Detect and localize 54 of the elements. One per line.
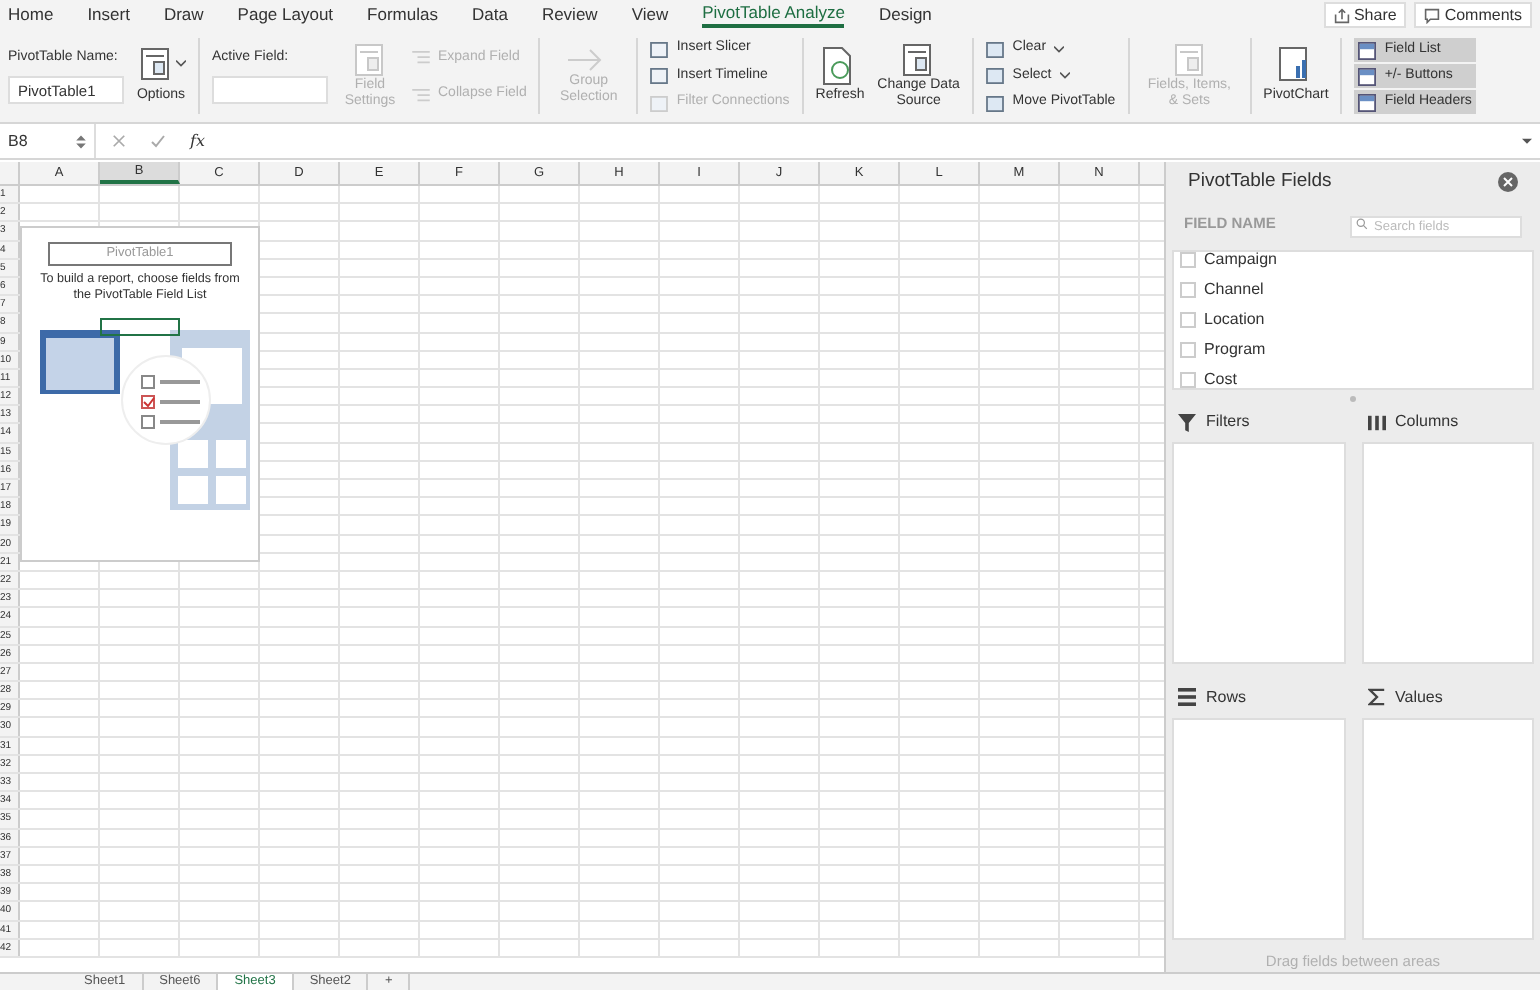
list-icon — [412, 87, 430, 102]
ribbon-tab[interactable]: Page Layout — [237, 4, 334, 26]
toggle-icon — [1358, 67, 1377, 85]
caret-icon — [1054, 45, 1065, 53]
function-label[interactable]: fx — [190, 129, 205, 153]
field-checkbox[interactable]: Location — [1180, 308, 1526, 332]
drop-area[interactable] — [1172, 717, 1345, 939]
search-icon — [1356, 218, 1368, 230]
ribbon-tab[interactable]: Insert — [87, 4, 130, 26]
field-checkbox[interactable]: Channel — [1180, 278, 1526, 302]
ribbon-tab[interactable]: Home — [8, 4, 54, 26]
ribbon-tab[interactable]: Review — [541, 4, 598, 26]
close-icon[interactable] — [1498, 172, 1518, 192]
field-checkbox[interactable]: Cost — [1180, 368, 1526, 392]
checkbox[interactable] — [1180, 282, 1196, 298]
area-label: Columns — [1395, 410, 1459, 434]
rows-icon — [1178, 688, 1196, 706]
checkbox[interactable] — [1180, 312, 1196, 328]
caret-icon — [1059, 72, 1070, 80]
comments-button[interactable]: Comments — [1414, 2, 1532, 28]
drop-area[interactable] — [1361, 717, 1534, 939]
caret-icon — [1522, 137, 1532, 145]
caret-icon — [176, 59, 186, 68]
ribbon-tab[interactable]: Design — [878, 4, 932, 26]
field-checkbox[interactable]: Campaign — [1180, 248, 1526, 272]
name-box[interactable]: B8 — [8, 129, 28, 153]
toggle-icon — [1358, 41, 1377, 59]
checkbox[interactable] — [1180, 342, 1196, 358]
share-icon — [1333, 7, 1350, 23]
stepper-icon — [76, 133, 86, 149]
share-button[interactable]: Share — [1323, 2, 1407, 28]
cancel-icon — [112, 134, 126, 148]
active-field-input[interactable] — [212, 76, 328, 105]
ribbon-tab[interactable]: Data — [471, 4, 508, 26]
columns-icon — [1367, 413, 1385, 431]
area-label: Values — [1395, 685, 1443, 709]
drop-area[interactable] — [1361, 442, 1534, 664]
comment-icon — [1424, 7, 1441, 23]
area-label: Rows — [1206, 685, 1247, 709]
checkbox[interactable] — [1180, 252, 1196, 268]
checkbox[interactable] — [1180, 372, 1196, 388]
field-checkbox[interactable]: Program — [1180, 338, 1526, 362]
filter-icon — [1178, 413, 1196, 431]
ribbon-tab[interactable]: View — [631, 4, 669, 26]
checkmark-icon — [150, 134, 166, 148]
pane-title: PivotTable Fields — [1188, 167, 1332, 196]
ribbon-tab[interactable]: Formulas — [367, 4, 438, 26]
toggle-icon — [1358, 93, 1377, 111]
drop-area[interactable] — [1172, 442, 1345, 664]
sigma-icon — [1367, 688, 1385, 706]
selected-cell — [100, 318, 180, 336]
list-icon — [412, 50, 430, 65]
area-label: Filters — [1206, 410, 1250, 434]
ribbon-tab[interactable]: Draw — [163, 4, 204, 26]
